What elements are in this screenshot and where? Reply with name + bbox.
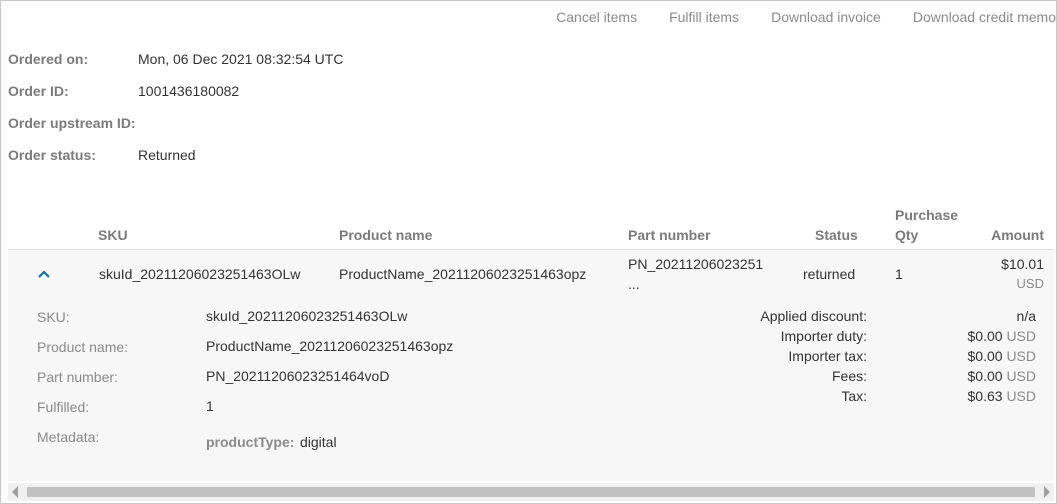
applied-discount-label: Applied discount:	[760, 308, 867, 324]
ordered-on-label: Ordered on:	[8, 51, 89, 67]
row-details-panel: SKU: skuId_20211206023251463OLw Product …	[8, 296, 1054, 481]
detail-fulfilled-label: Fulfilled:	[37, 399, 90, 415]
detail-sku-value: skuId_20211206023251463OLw	[206, 308, 408, 324]
chevron-up-icon[interactable]	[37, 266, 51, 282]
importer-tax-label: Importer tax:	[788, 348, 867, 364]
order-status-label: Order status:	[8, 147, 96, 163]
row-sku: skuId_20211206023251463OLw	[99, 266, 301, 282]
detail-product-name-value: ProductName_20211206023251463opz	[206, 338, 454, 354]
product-name-column-header[interactable]: Product name	[339, 227, 432, 243]
row-amount-currency: USD	[1016, 276, 1044, 291]
metadata-key: productType:	[206, 434, 295, 450]
part-number-column-header[interactable]: Part number	[628, 227, 710, 243]
download-invoice-button[interactable]: Download invoice	[771, 9, 881, 25]
metadata-value: digital	[300, 434, 337, 450]
fulfill-items-button[interactable]: Fulfill items	[669, 9, 739, 25]
table-row[interactable]: skuId_20211206023251463OLw ProductName_2…	[8, 250, 1054, 296]
ordered-on-value: Mon, 06 Dec 2021 08:32:54 UTC	[138, 51, 344, 67]
row-amount: $10.01	[1001, 256, 1044, 272]
horizontal-scrollbar[interactable]	[8, 483, 1054, 501]
fees-amount: $0.00 USD	[968, 368, 1037, 384]
scroll-left-icon[interactable]	[12, 486, 18, 498]
tax-label: Tax:	[841, 388, 867, 404]
order-actions-bar: Cancel items Fulfill items Download invo…	[556, 9, 1056, 25]
row-status: returned	[803, 266, 856, 282]
amount-column-header[interactable]: Amount	[991, 227, 1044, 243]
importer-duty-value: $0.00	[967, 328, 1003, 344]
importer-duty-currency: USD	[1006, 328, 1036, 344]
scroll-right-icon[interactable]	[1044, 486, 1050, 498]
importer-duty-label: Importer duty:	[780, 328, 867, 344]
fees-value: $0.00	[967, 368, 1003, 384]
tax-value: $0.63	[967, 388, 1003, 404]
detail-part-number-label: Part number:	[37, 369, 118, 385]
row-qty: 1	[895, 266, 903, 282]
sku-column-header[interactable]: SKU	[98, 227, 128, 243]
order-id-value: 1001436180082	[138, 83, 240, 99]
detail-product-name-label: Product name:	[37, 339, 129, 355]
importer-tax-value: $0.00	[967, 348, 1003, 364]
tax-amount: $0.63 USD	[968, 388, 1037, 404]
detail-part-number-value: PN_20211206023251464voD	[206, 368, 390, 384]
order-id-label: Order ID:	[8, 83, 69, 99]
detail-metadata-label: Metadata:	[37, 429, 100, 445]
fees-currency: USD	[1006, 368, 1036, 384]
cancel-items-button[interactable]: Cancel items	[556, 9, 637, 25]
row-product-name: ProductName_20211206023251463opz	[339, 266, 587, 282]
tax-currency: USD	[1006, 388, 1036, 404]
order-upstream-id-label: Order upstream ID:	[8, 115, 136, 131]
download-credit-memo-button[interactable]: Download credit memo	[913, 9, 1056, 25]
scrollbar-thumb[interactable]	[27, 487, 1035, 497]
detail-sku-label: SKU:	[37, 309, 70, 325]
items-table-header: SKU Product name Part number Status Purc…	[8, 201, 1054, 250]
fees-label: Fees:	[831, 368, 867, 384]
purchase-qty-column-header-line1[interactable]: Purchase	[895, 207, 958, 223]
status-column-header[interactable]: Status	[815, 227, 858, 243]
detail-fulfilled-value: 1	[206, 398, 214, 414]
row-part-number-ellipsis: ...	[628, 276, 640, 292]
order-status-value: Returned	[138, 147, 196, 163]
row-part-number: PN_20211206023251	[628, 256, 764, 272]
purchase-qty-column-header-line2[interactable]: Qty	[895, 227, 918, 243]
importer-tax-currency: USD	[1006, 348, 1036, 364]
importer-tax-amount: $0.00 USD	[968, 348, 1037, 364]
order-detail-panel: Cancel items Fulfill items Download invo…	[0, 0, 1057, 504]
importer-duty-amount: $0.00 USD	[968, 328, 1037, 344]
applied-discount-value: n/a	[1016, 308, 1036, 324]
